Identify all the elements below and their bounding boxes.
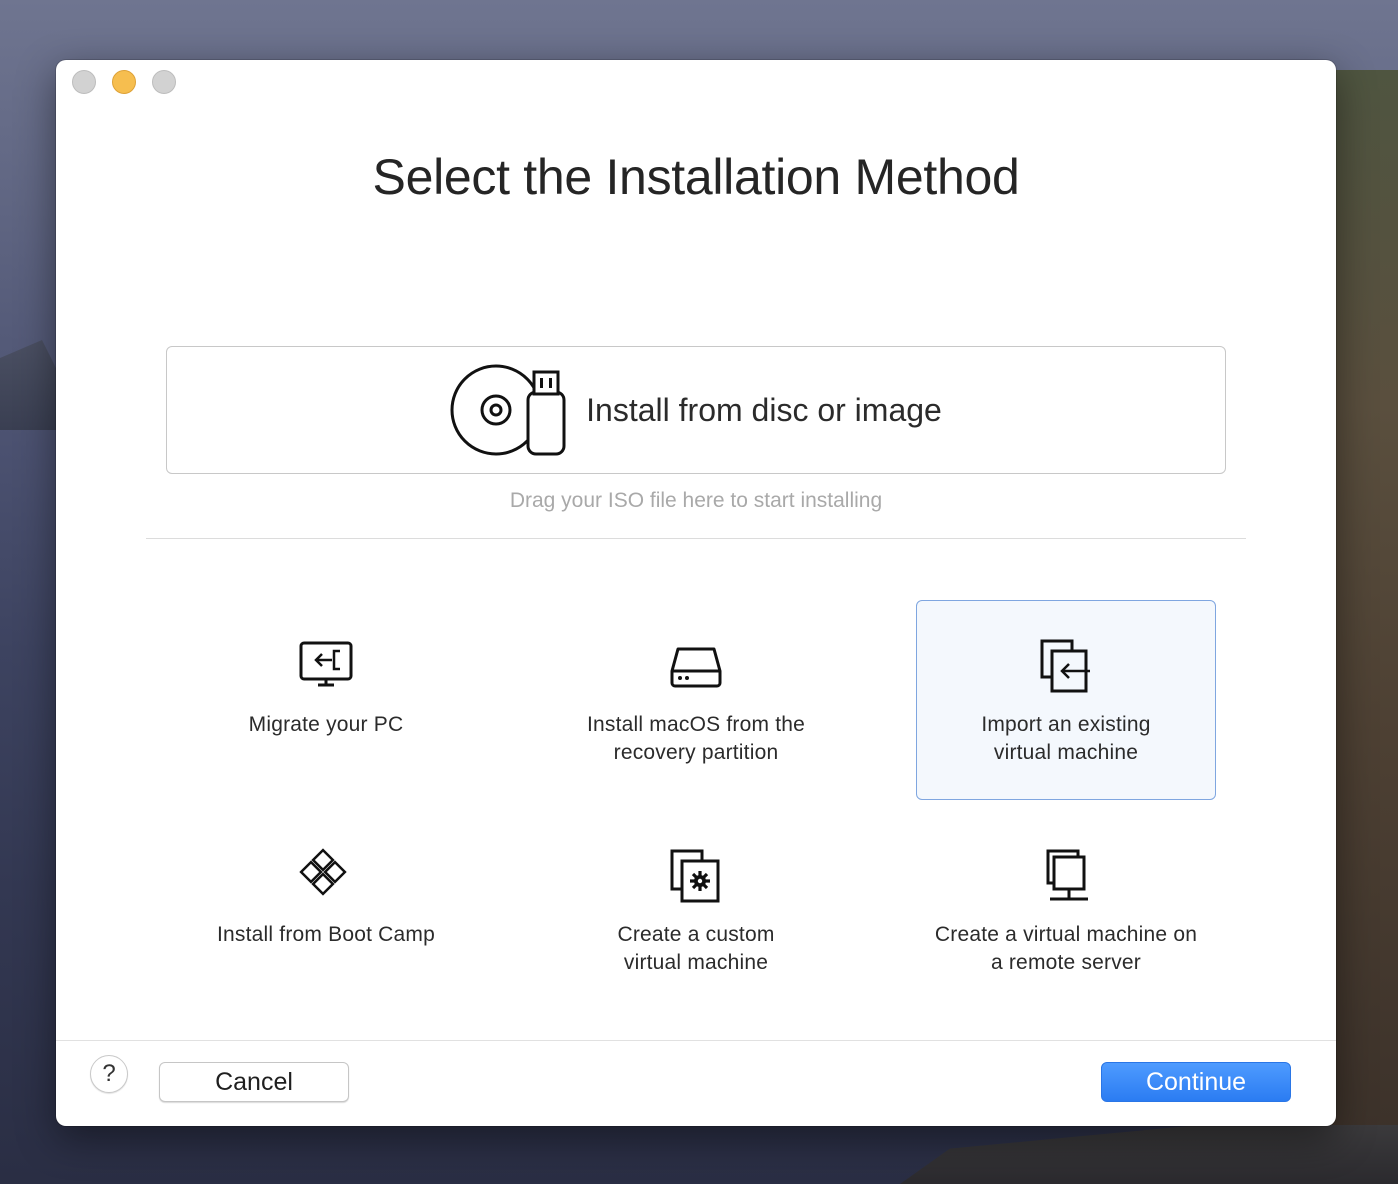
install-from-disc-button[interactable]: Install from disc or image <box>166 346 1226 474</box>
minimize-window-button[interactable] <box>112 70 136 94</box>
cancel-button[interactable]: Cancel <box>159 1062 349 1102</box>
zoom-window-button[interactable] <box>152 70 176 94</box>
option-import-existing-vm-label: Import an existing virtual machine <box>981 713 1151 764</box>
continue-button[interactable]: Continue <box>1101 1062 1291 1102</box>
bootcamp-icon <box>299 848 347 896</box>
option-import-existing-vm[interactable]: Import an existing virtual machine <box>916 600 1216 800</box>
close-window-button[interactable] <box>72 70 96 94</box>
drag-iso-hint: Drag your ISO file here to start install… <box>509 489 883 512</box>
installation-assistant-window: Select the Installation Method Install f… <box>56 60 1336 1126</box>
install-from-disc-label: Install from disc or image <box>586 391 942 428</box>
option-create-vm-remote-server[interactable]: Create a virtual machine on a remote ser… <box>916 810 1216 1010</box>
option-install-bootcamp[interactable]: Install from Boot Camp <box>176 810 476 1010</box>
section-divider <box>146 538 1246 539</box>
help-button[interactable]: ? <box>90 1055 128 1093</box>
window-controls <box>72 70 176 94</box>
option-create-custom-vm-label: Create a custom virtual machine <box>617 923 775 974</box>
option-migrate-pc-label: Migrate your PC <box>248 713 404 736</box>
hard-drive-icon <box>670 647 722 688</box>
monitor-import-icon <box>299 641 353 687</box>
import-vm-icon <box>1040 639 1090 693</box>
desktop-scenery-bottom <box>900 1125 1398 1184</box>
custom-vm-gear-icon <box>670 849 720 903</box>
option-create-vm-remote-server-label: Create a virtual machine on a remote ser… <box>934 923 1198 974</box>
option-install-macos-recovery[interactable]: Install macOS from the recovery partitio… <box>546 600 846 800</box>
remote-server-icon <box>1046 849 1088 901</box>
option-install-bootcamp-label: Install from Boot Camp <box>217 923 435 946</box>
disc-usb-icon <box>450 364 566 456</box>
option-install-macos-recovery-label: Install macOS from the recovery partitio… <box>587 713 805 764</box>
option-migrate-pc[interactable]: Migrate your PC <box>176 600 476 800</box>
footer-divider <box>56 1040 1336 1041</box>
page-title: Select the Installation Method <box>372 149 1020 205</box>
desktop-scenery-left <box>0 340 60 430</box>
option-create-custom-vm[interactable]: Create a custom virtual machine <box>546 810 846 1010</box>
